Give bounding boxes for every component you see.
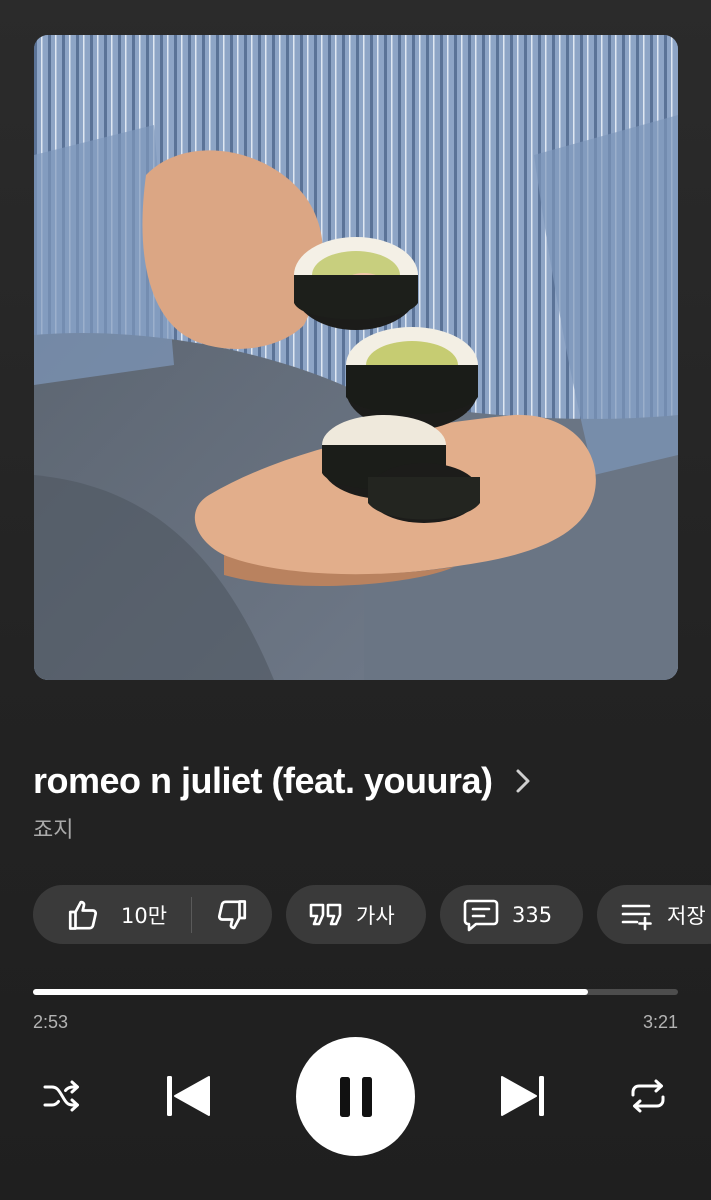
song-title: romeo n juliet (feat. youura) [33,760,493,801]
previous-button[interactable] [162,1072,214,1120]
current-time: 2:53 [33,1012,69,1032]
thumbs-down-icon [214,897,250,933]
comment-icon [462,896,500,934]
progress-fill [33,989,588,995]
chevron-right-icon[interactable] [513,767,533,795]
comments-button[interactable]: 335 [440,885,583,944]
likes-count: 10만 [121,903,168,928]
repeat-button[interactable] [628,1076,668,1116]
chip-divider [191,896,193,933]
next-button[interactable] [497,1072,549,1120]
save-button[interactable]: 저장 [597,885,711,944]
lyrics-label: 가사 [356,903,395,928]
comments-count: 335 [512,902,553,927]
total-time: 3:21 [642,1012,678,1032]
lyrics-button[interactable]: 가사 [286,885,426,944]
playlist-add-icon [621,899,653,931]
skip-next-icon [498,1074,548,1118]
thumbs-up-icon [65,897,101,933]
pause-icon [338,1075,374,1119]
title-row[interactable]: romeo n juliet (feat. youura) [33,758,533,804]
repeat-icon [629,1078,667,1114]
artist-name[interactable]: 죠지 [33,812,73,844]
dislike-button[interactable] [214,897,250,933]
shuffle-button[interactable] [42,1076,82,1116]
quote-icon [308,900,344,930]
progress-slider[interactable] [33,989,678,995]
skip-previous-icon [163,1074,213,1118]
like-button[interactable]: 10만 [65,885,167,944]
save-label: 저장 [667,903,706,928]
like-dislike-chip: 10만 [33,885,272,944]
action-chips: 10만 가사 335 저장 [33,885,711,944]
album-art [34,35,678,680]
pause-button[interactable] [296,1037,415,1156]
shuffle-icon [43,1079,81,1113]
